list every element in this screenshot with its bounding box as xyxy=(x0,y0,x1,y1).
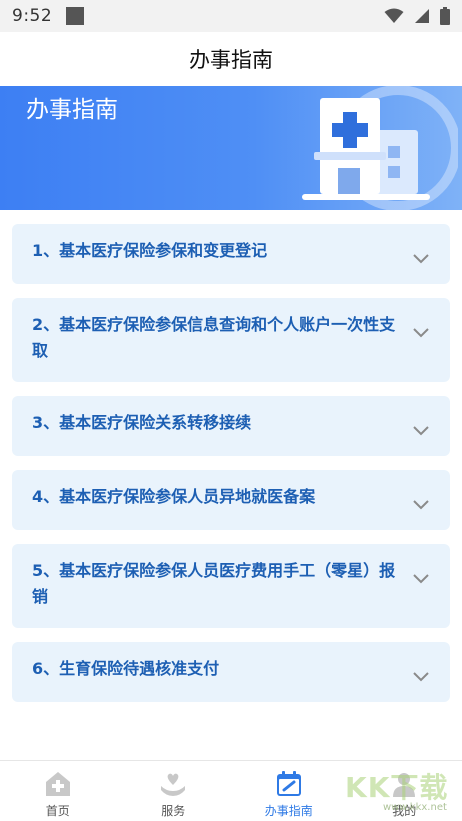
guide-item[interactable]: 1、基本医疗保险参保和变更登记 xyxy=(12,224,450,284)
tab-home-label: 首页 xyxy=(45,804,70,818)
banner: 办事指南 xyxy=(0,86,462,210)
guide-item-label: 6、生育保险待遇核准支付 xyxy=(32,659,220,678)
wifi-icon xyxy=(384,8,404,23)
status-bar: 9:52 xyxy=(0,0,462,32)
chevron-down-icon xyxy=(413,254,429,264)
guide-item-label: 2、基本医疗保险参保信息查询和个人账户一次性支取 xyxy=(32,315,396,360)
home-plus-icon xyxy=(45,772,70,796)
watermark: KK下载 www.kkx.net xyxy=(345,766,460,816)
signal-icon xyxy=(415,9,429,23)
chevron-down-icon xyxy=(413,672,429,682)
guide-item[interactable]: 3、基本医疗保险关系转移接续 xyxy=(12,396,450,456)
banner-title: 办事指南 xyxy=(26,97,118,123)
chevron-down-icon xyxy=(413,574,429,584)
tab-home[interactable]: 首页 xyxy=(0,761,116,821)
status-indicators xyxy=(384,7,450,25)
title-bar: 办事指南 xyxy=(0,32,462,86)
tab-guide-label: 办事指南 xyxy=(264,804,313,818)
tab-services-label: 服务 xyxy=(161,804,186,818)
chevron-down-icon xyxy=(413,328,429,338)
tab-services[interactable]: 服务 xyxy=(116,761,232,821)
hospital-icon xyxy=(302,86,458,210)
guide-item[interactable]: 4、基本医疗保险参保人员异地就医备案 xyxy=(12,470,450,530)
chevron-down-icon xyxy=(413,426,429,436)
guide-list: 1、基本医疗保险参保和变更登记 2、基本医疗保险参保信息查询和个人账户一次性支取… xyxy=(12,224,450,716)
hand-heart-icon xyxy=(161,773,186,796)
chevron-down-icon xyxy=(413,500,429,510)
guide-item[interactable]: 2、基本医疗保险参保信息查询和个人账户一次性支取 xyxy=(12,298,450,382)
calendar-check-icon xyxy=(276,771,301,796)
status-time: 9:52 xyxy=(12,6,53,26)
watermark-text: KK下载 xyxy=(345,771,449,804)
guide-item[interactable]: 6、生育保险待遇核准支付 xyxy=(12,642,450,702)
guide-item-label: 1、基本医疗保险参保和变更登记 xyxy=(32,241,268,260)
guide-item-label: 4、基本医疗保险参保人员异地就医备案 xyxy=(32,487,316,506)
page-title: 办事指南 xyxy=(189,48,273,72)
tab-guide[interactable]: 办事指南 xyxy=(231,761,347,821)
battery-icon xyxy=(440,7,450,25)
guide-item-label: 5、基本医疗保险参保人员医疗费用手工（零星）报销 xyxy=(32,561,396,606)
watermark-url: www.kkx.net xyxy=(383,802,447,813)
guide-item-label: 3、基本医疗保险关系转移接续 xyxy=(32,413,252,432)
guide-item[interactable]: 5、基本医疗保险参保人员医疗费用手工（零星）报销 xyxy=(12,544,450,628)
notification-icon xyxy=(66,7,85,25)
